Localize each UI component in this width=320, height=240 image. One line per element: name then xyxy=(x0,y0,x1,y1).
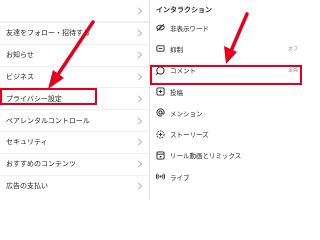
interaction-item-live[interactable]: ライブ xyxy=(150,166,300,187)
chevron-right-icon xyxy=(134,6,143,15)
chevron-right-icon xyxy=(134,29,143,37)
settings-item-ad-payments[interactable]: 広告の支払い xyxy=(0,174,149,197)
settings-item-recommended-content[interactable]: おすすめのコンテンツ xyxy=(0,152,149,175)
interaction-item-label: ストーリーズ xyxy=(170,131,209,140)
settings-item-label: ペアレンタルコントロール xyxy=(6,116,90,125)
plus-square-icon xyxy=(156,87,165,96)
settings-item-label: 広告の支払い xyxy=(6,181,48,190)
settings-item-security[interactable]: セキュリティ xyxy=(0,130,149,153)
highlight-box-comments xyxy=(150,65,302,85)
interaction-item-label: 抑制 xyxy=(170,45,183,54)
live-icon xyxy=(155,172,166,181)
interaction-item-reels-remix[interactable]: リール動画とリミックス xyxy=(150,145,300,166)
settings-item-partial[interactable] xyxy=(0,0,149,22)
chevron-right-icon xyxy=(134,117,143,125)
settings-item-label: ビジネス xyxy=(6,72,34,81)
interaction-item-hidden-words[interactable]: 非表示ワード xyxy=(150,17,300,38)
chevron-right-icon xyxy=(134,138,143,146)
interaction-item-status: オフ xyxy=(287,46,298,53)
interaction-item-mentions[interactable]: メンション xyxy=(150,102,300,123)
interaction-item-label: リール動画とリミックス xyxy=(170,152,242,161)
settings-item-business[interactable]: ビジネス xyxy=(0,65,149,88)
interaction-list: 非表示ワード 抑制 オフ コメント 全員 投稿 メンション ストーリーズ リール… xyxy=(150,17,300,187)
chevron-right-icon xyxy=(134,160,143,168)
settings-item-notifications[interactable]: お知らせ xyxy=(0,43,149,66)
interaction-item-label: メンション xyxy=(170,109,203,118)
story-ring-icon xyxy=(156,130,165,139)
chevron-right-icon xyxy=(134,182,143,190)
interaction-item-label: ライブ xyxy=(170,173,190,182)
settings-item-label: 友達をフォロー・招待する xyxy=(6,29,90,38)
interaction-item-label: 投稿 xyxy=(170,88,183,97)
chevron-right-icon xyxy=(134,95,143,103)
settings-item-label: おすすめのコンテンツ xyxy=(6,160,76,169)
settings-list: 友達をフォロー・招待する お知らせ ビジネス プライバシー設定 ペアレンタルコン… xyxy=(0,22,149,196)
settings-item-label: お知らせ xyxy=(6,51,34,60)
interaction-item-label: 非表示ワード xyxy=(170,24,209,33)
highlight-box-privacy xyxy=(0,88,97,105)
interaction-item-stories[interactable]: ストーリーズ xyxy=(150,123,300,144)
section-title: インタラクション xyxy=(156,6,212,14)
at-sign-icon xyxy=(156,108,165,117)
reels-icon xyxy=(156,151,165,160)
restrict-icon xyxy=(156,44,165,53)
settings-item-follow-invite[interactable]: 友達をフォロー・招待する xyxy=(0,22,149,44)
settings-item-label: セキュリティ xyxy=(6,138,48,147)
interaction-item-restrict[interactable]: 抑制 オフ xyxy=(150,38,300,59)
chevron-right-icon xyxy=(134,51,143,59)
settings-item-parental-control[interactable]: ペアレンタルコントロール xyxy=(0,109,149,131)
chevron-right-icon xyxy=(134,73,143,81)
eye-off-icon xyxy=(156,23,165,32)
interaction-settings-pane: インタラクション 非表示ワード 抑制 オフ コメント 全員 投稿 メンション ス… xyxy=(150,0,300,200)
